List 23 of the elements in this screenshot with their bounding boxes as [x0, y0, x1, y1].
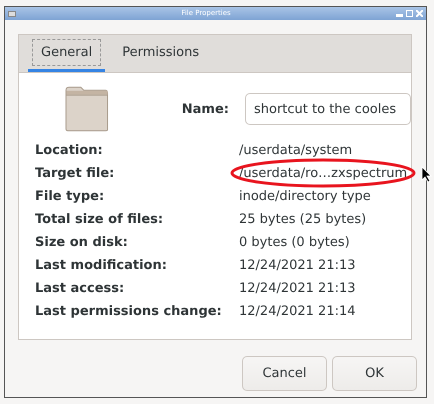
property-value: 0 bytes (0 bytes)	[239, 234, 350, 252]
name-field[interactable]: shortcut to the cooles	[245, 93, 411, 125]
property-label: Location:	[35, 142, 104, 160]
property-label: Last modification:	[35, 257, 168, 275]
property-label: File type:	[35, 188, 106, 206]
property-label: Size on disk:	[35, 234, 129, 252]
ok-button[interactable]: OK	[332, 356, 417, 391]
property-value: /userdata/ro…zxspectrum	[239, 162, 408, 185]
property-value: 12/24/2021 21:14	[239, 303, 356, 321]
property-value: inode/directory type	[239, 188, 371, 206]
property-value: 25 bytes (25 bytes)	[239, 211, 366, 229]
maximize-icon[interactable]	[406, 10, 413, 17]
property-value: 12/24/2021 21:13	[239, 280, 356, 298]
close-icon[interactable]	[416, 10, 423, 17]
property-label: Total size of files:	[35, 211, 164, 229]
tab[interactable]: Permissions	[109, 35, 212, 72]
property-label: Last access:	[35, 280, 126, 298]
name-label: Name:	[180, 102, 229, 116]
property-value: /userdata/system	[239, 142, 352, 160]
cancel-button[interactable]: Cancel	[242, 356, 327, 391]
property-label: Last permissions change:	[35, 303, 223, 321]
property-value: 12/24/2021 21:13	[239, 257, 356, 275]
property-label: Target file:	[35, 165, 116, 183]
